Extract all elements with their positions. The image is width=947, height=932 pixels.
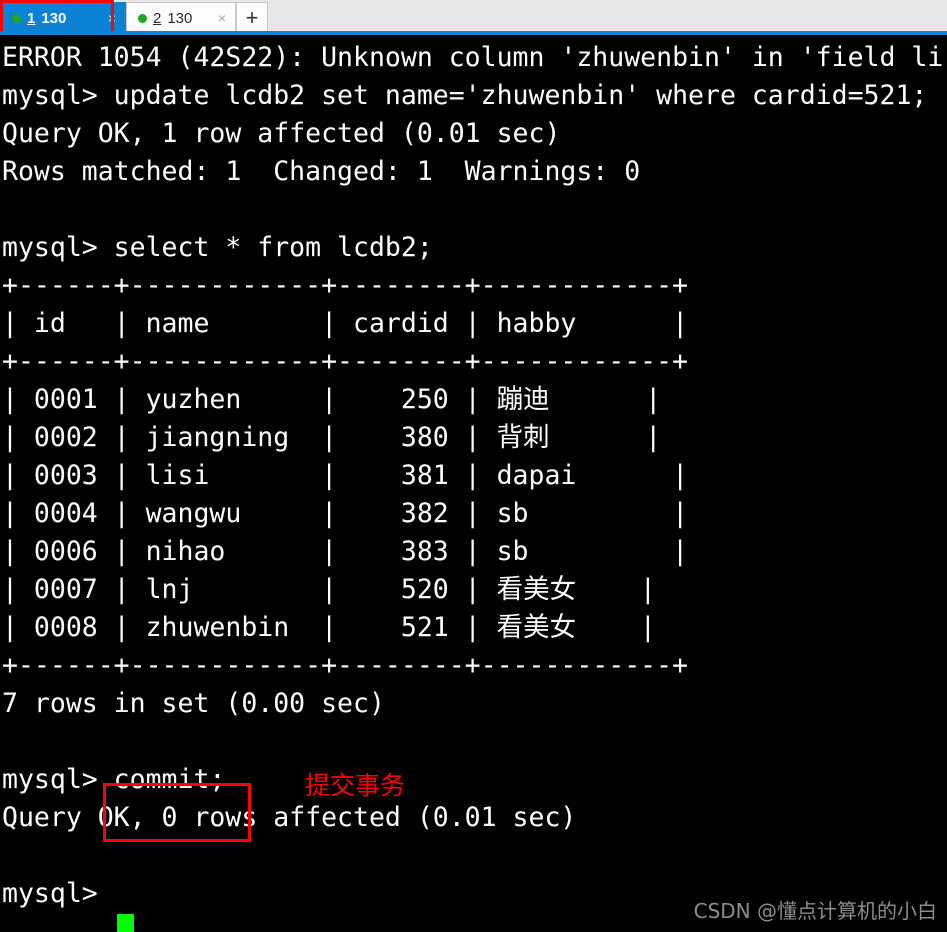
terminal-tab-1-label: 130 — [41, 9, 67, 27]
terminal-text: ERROR 1054 (42S22): Unknown column 'zhuw… — [2, 39, 947, 913]
terminal-line: +------+------------+--------+----------… — [2, 346, 689, 377]
terminal-line: +------+------------+--------+----------… — [2, 650, 689, 681]
terminal-tab-1[interactable]: 1 130 × — [0, 2, 126, 33]
terminal-line: +------+------------+--------+----------… — [2, 270, 689, 301]
terminal-tab-2[interactable]: 2 130 × — [126, 2, 236, 33]
terminal-line: Query OK, 1 row affected (0.01 sec) — [2, 118, 561, 149]
terminal-line: ERROR 1054 (42S22): Unknown column 'zhuw… — [2, 42, 944, 73]
terminal-line: | 0006 | nihao | 383 | sb | — [2, 536, 689, 567]
terminal-line: | 0003 | lisi | 381 | dapai | — [2, 460, 689, 491]
terminal-line: | 0007 | lnj | 520 | 看美女 | — [2, 574, 656, 605]
terminal-line: mysql> commit; — [2, 764, 226, 795]
commit-note-annotation: 提交事务 — [305, 771, 406, 800]
new-tab-button[interactable]: + — [236, 2, 268, 33]
terminal-tab-1-number: 1 — [27, 9, 36, 27]
terminal-line: Query OK, 0 rows affected (0.01 sec) — [2, 802, 577, 833]
terminal-line: | 0008 | zhuwenbin | 521 | 看美女 | — [2, 612, 656, 643]
terminal-tab-bar[interactable]: 1 130 × 2 130 × + — [0, 0, 947, 35]
terminal-line: Rows matched: 1 Changed: 1 Warnings: 0 — [2, 156, 641, 187]
terminal-line: 7 rows in set (0.00 sec) — [2, 688, 385, 719]
terminal-line: mysql> update lcdb2 set name='zhuwenbin'… — [2, 80, 928, 111]
close-icon[interactable]: × — [108, 11, 116, 25]
terminal-tab-2-label: 130 — [167, 9, 193, 27]
green-dot-icon — [12, 13, 21, 23]
terminal-line: | 0004 | wangwu | 382 | sb | — [2, 498, 689, 529]
terminal-line: | 0001 | yuzhen | 250 | 蹦迪 | — [2, 384, 662, 415]
green-dot-icon — [138, 13, 147, 23]
watermark: CSDN @懂点计算机的小白 — [693, 899, 937, 923]
terminal-line: | id | name | cardid | habby | — [2, 308, 689, 339]
terminal-tab-2-number: 2 — [153, 9, 162, 27]
terminal-cursor — [117, 914, 134, 932]
terminal-output-area[interactable]: ERROR 1054 (42S22): Unknown column 'zhuw… — [0, 35, 947, 932]
close-icon[interactable]: × — [218, 11, 226, 25]
terminal-line: mysql> select * from lcdb2; — [2, 232, 433, 263]
terminal-line: | 0002 | jiangning | 380 | 背刺 | — [2, 422, 662, 453]
